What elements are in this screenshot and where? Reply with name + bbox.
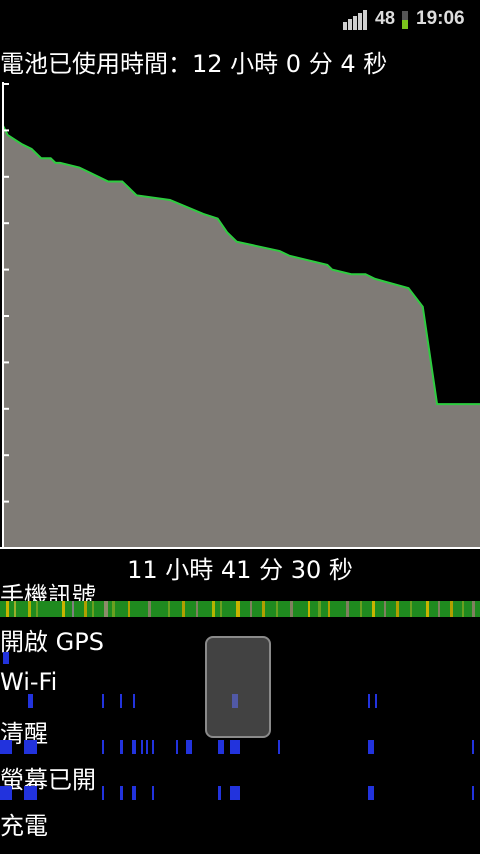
battery-level-text: 48 [375, 8, 396, 28]
wifi-segment [133, 694, 135, 708]
screen-on-segment [24, 786, 37, 800]
awake-track [0, 740, 474, 754]
screen-on-segment [152, 786, 154, 800]
screen-on-segment [132, 786, 136, 800]
signal-segment [396, 601, 399, 617]
screen-on-track [0, 786, 474, 800]
signal-segment [438, 601, 440, 617]
awake-segment [120, 740, 123, 754]
signal-segment [346, 601, 349, 617]
signal-segment [262, 601, 265, 617]
charging-label: 充電 [0, 812, 48, 840]
battery-time-used: 電池已使用時間：12 小時 0 分 4 秒 [0, 50, 388, 78]
signal-segment [276, 601, 278, 617]
signal-segment [28, 601, 31, 617]
awake-segment [278, 740, 280, 754]
awake-segment [102, 740, 104, 754]
wifi-segment [368, 694, 370, 708]
signal-segment [308, 601, 310, 617]
signal-segment [212, 601, 215, 617]
status-bar: 48 19:06 [0, 0, 480, 38]
signal-segment [250, 601, 252, 617]
signal-segment [462, 601, 464, 617]
signal-segment [168, 601, 170, 617]
signal-segment [472, 601, 475, 617]
awake-segment [24, 740, 37, 754]
signal-segment [450, 601, 453, 617]
signal-segment [112, 601, 115, 617]
signal-segment [14, 601, 16, 617]
awake-segment [146, 740, 148, 754]
signal-strength-icon [343, 10, 367, 30]
battery-icon [402, 11, 408, 29]
awake-segment [0, 740, 12, 754]
screen-on-segment [368, 786, 374, 800]
screen-on-segment [230, 786, 240, 800]
signal-segment [6, 601, 9, 617]
signal-segment [360, 601, 362, 617]
awake-segment [218, 740, 224, 754]
awake-segment [186, 740, 192, 754]
signal-segment [328, 601, 330, 617]
awake-segment [152, 740, 154, 754]
battery-history-chart [0, 82, 480, 549]
gps-segment [3, 652, 9, 664]
signal-segment [104, 601, 108, 617]
screen-on-segment [472, 786, 474, 800]
signal-segment [410, 601, 412, 617]
signal-segment [62, 601, 65, 617]
awake-segment [141, 740, 143, 754]
awake-segment [176, 740, 178, 754]
signal-segment [196, 601, 198, 617]
signal-segment [72, 601, 74, 617]
signal-segment [36, 601, 38, 617]
wifi-label: Wi-Fi [0, 668, 58, 696]
signal-segment [92, 601, 94, 617]
wifi-segment [375, 694, 377, 708]
signal-segment [182, 601, 185, 617]
awake-segment [472, 740, 474, 754]
signal-segment [220, 601, 222, 617]
battery-area [3, 125, 480, 548]
signal-segment [318, 601, 321, 617]
awake-segment [132, 740, 136, 754]
wifi-segment [28, 694, 33, 708]
signal-segment [426, 601, 429, 617]
signal-segment [84, 601, 87, 617]
awake-segment [230, 740, 240, 754]
wifi-segment [102, 694, 104, 708]
signal-segment [128, 601, 130, 617]
phone-signal-track [0, 601, 480, 617]
signal-segment [372, 601, 375, 617]
scroll-thumb[interactable] [205, 636, 271, 738]
screen-on-segment [102, 786, 104, 800]
screen-on-segment [0, 786, 12, 800]
signal-segment [384, 601, 386, 617]
signal-segment [148, 601, 151, 617]
signal-segment [290, 601, 293, 617]
screen-on-segment [120, 786, 123, 800]
clock: 19:06 [416, 8, 465, 29]
screen-on-segment [218, 786, 221, 800]
wifi-segment [120, 694, 122, 708]
awake-segment [368, 740, 374, 754]
signal-segment [236, 601, 240, 617]
